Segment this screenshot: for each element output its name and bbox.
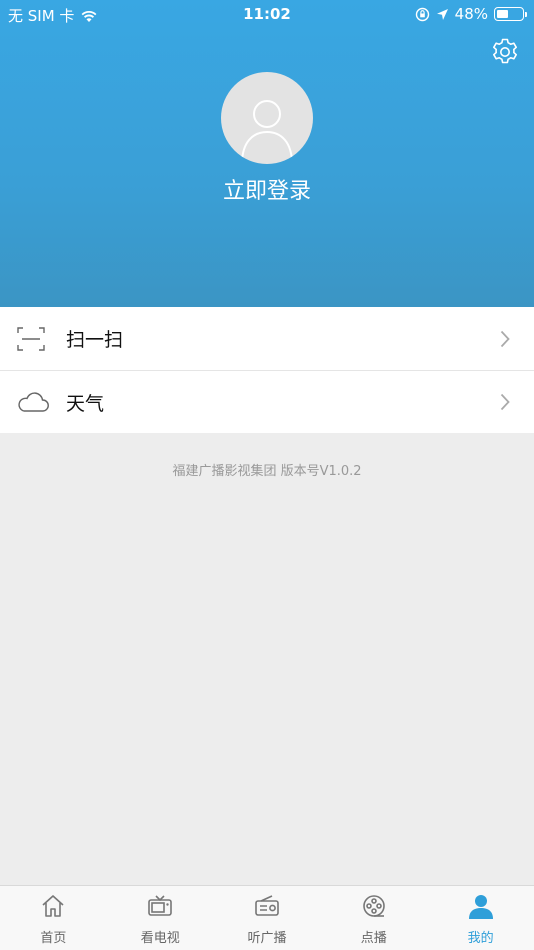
tab-label: 点播 — [360, 931, 387, 946]
menu-list: 扫一扫 天气 — [0, 307, 534, 433]
tab-label: 首页 — [40, 931, 67, 946]
chevron-right-icon — [500, 330, 510, 347]
tab-radio[interactable]: 听广播 — [214, 886, 321, 950]
orientation-lock-icon — [415, 7, 429, 21]
settings-gear-icon[interactable] — [489, 36, 521, 68]
menu-item-label: 扫一扫 — [66, 329, 124, 351]
battery-icon — [494, 7, 527, 21]
tab-label: 听广播 — [247, 931, 287, 946]
menu-item-label: 天气 — [66, 392, 105, 415]
cloud-icon — [18, 392, 49, 412]
menu-item-weather[interactable]: 天气 — [0, 370, 534, 433]
chevron-right-icon — [500, 393, 510, 411]
home-icon — [42, 895, 64, 917]
film-reel-icon — [362, 895, 385, 917]
tv-icon — [148, 895, 172, 916]
radio-icon — [255, 895, 279, 916]
tab-vod[interactable]: 点播 — [320, 886, 427, 950]
battery-percent: 48% — [454, 5, 488, 23]
login-link[interactable]: 立即登录 — [0, 173, 534, 205]
tab-home[interactable]: 首页 — [0, 886, 107, 950]
tab-label: 看电视 — [140, 931, 180, 946]
status-right: 48% — [415, 5, 527, 23]
location-arrow-icon — [436, 8, 448, 20]
avatar[interactable] — [221, 72, 313, 164]
version-info: 福建广播影视集团 版本号V1.0.2 — [172, 464, 362, 479]
tab-mine[interactable]: 我的 — [427, 886, 534, 950]
scan-icon — [17, 326, 45, 351]
tab-label: 我的 — [467, 931, 494, 946]
battery-fill — [497, 10, 508, 18]
status-bar: 无 SIM 卡 11:02 48% — [0, 0, 534, 28]
profile-header: 无 SIM 卡 11:02 48% 立即登录 — [0, 0, 534, 307]
default-user-icon — [241, 100, 293, 164]
tab-bar: 首页 看电视 听广播 点播 我的 — [0, 885, 534, 950]
user-icon — [468, 895, 493, 919]
menu-item-scan[interactable]: 扫一扫 — [0, 307, 534, 370]
tab-tv[interactable]: 看电视 — [107, 886, 214, 950]
